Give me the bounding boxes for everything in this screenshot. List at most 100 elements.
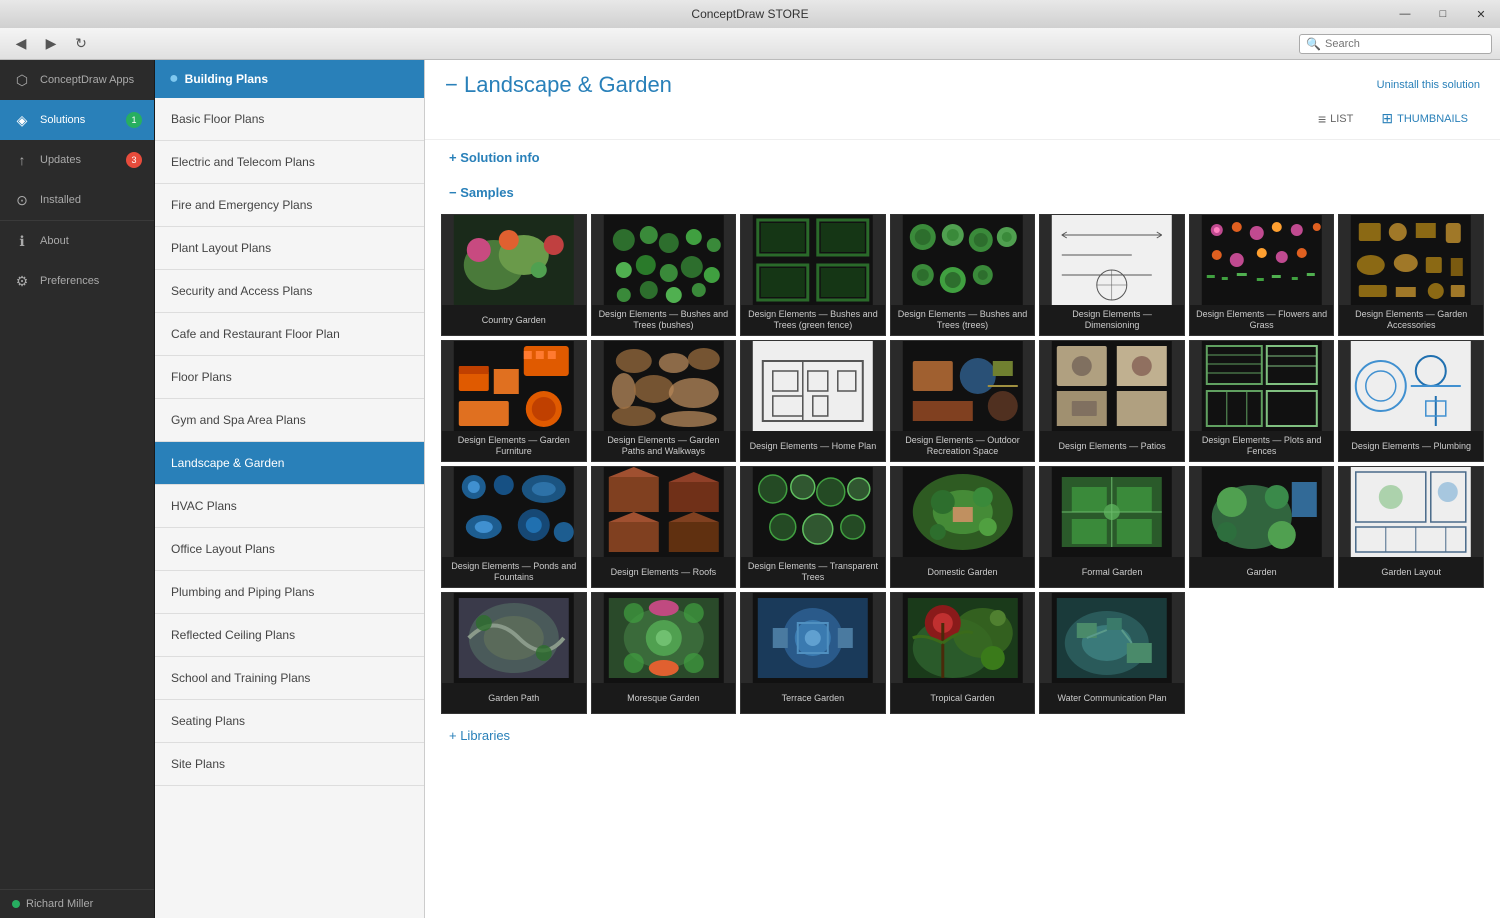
transparent-trees-preview [741,467,885,557]
thumb-de-garden-accessories[interactable]: Design Elements — Garden Accessories [1338,214,1484,336]
sidebar-item-label: Solutions [40,114,85,126]
nav-item-floor-plans[interactable]: Floor Plans [155,356,424,399]
water-comm-preview [1040,593,1184,683]
thumb-de-bushes-trees[interactable]: Design Elements — Bushes and Trees (tree… [890,214,1036,336]
updates-icon: ↑ [12,150,32,170]
dimensioning-preview [1040,215,1184,305]
thumb-de-roofs[interactable]: Design Elements — Roofs [591,466,737,588]
thumb-de-flowers[interactable]: Design Elements — Flowers and Grass [1189,214,1335,336]
thumbnails-view-button[interactable]: ⊞ THUMBNAILS [1373,106,1476,131]
thumb-de-home-plan[interactable]: Design Elements — Home Plan [740,340,886,462]
nav-item-seating-plans[interactable]: Seating Plans [155,700,424,743]
thumbnails-icon: ⊞ [1381,110,1393,127]
thumb-country-garden[interactable]: Country Garden [441,214,587,336]
sidebar-item-label: Preferences [40,275,99,287]
thumb-label: Country Garden [442,305,586,335]
maximize-button[interactable]: □ [1424,0,1462,28]
thumb-label: Design Elements — Patios [1040,431,1184,461]
updates-badge: 3 [126,152,142,168]
forward-button[interactable]: ▶ [38,32,64,56]
nav-item-school-training[interactable]: School and Training Plans [155,657,424,700]
sidebar: ⬡ ConceptDraw Apps ◈ Solutions 1 ↑ Updat… [0,60,155,918]
samples-toggle[interactable]: − Samples [425,175,1500,210]
thumb-tropical-garden[interactable]: Tropical Garden [890,592,1036,714]
sidebar-item-solutions[interactable]: ◈ Solutions 1 [0,100,154,140]
nav-item-office-layout[interactable]: Office Layout Plans [155,528,424,571]
thumb-de-bushes-green[interactable]: Design Elements — Bushes and Trees (gree… [740,214,886,336]
app-title: ConceptDraw STORE [691,7,808,21]
back-button[interactable]: ◀ [8,32,34,56]
thumb-garden[interactable]: Garden [1189,466,1335,588]
thumb-de-ponds[interactable]: Design Elements — Ponds and Fountains [441,466,587,588]
nav-item-reflected-ceiling[interactable]: Reflected Ceiling Plans [155,614,424,657]
thumb-label: Design Elements — Flowers and Grass [1190,305,1334,335]
green-fence-preview [741,215,885,305]
thumb-de-plumbing[interactable]: Design Elements — Plumbing [1338,340,1484,462]
libraries-toggle[interactable]: + Libraries [425,718,1500,763]
thumb-de-garden-furniture[interactable]: Design Elements — Garden Furniture [441,340,587,462]
sidebar-item-updates[interactable]: ↑ Updates 3 [0,140,154,180]
thumb-de-patios[interactable]: Design Elements — Patios [1039,340,1185,462]
thumb-de-garden-paths[interactable]: Design Elements — Garden Paths and Walkw… [591,340,737,462]
formal-garden-preview [1040,467,1184,557]
preferences-icon: ⚙ [12,271,32,291]
nav-item-landscape-garden[interactable]: Landscape & Garden [155,442,424,485]
thumb-water-communication[interactable]: Water Communication Plan [1039,592,1185,714]
search-input[interactable] [1325,38,1485,50]
nav-item-gym-spa[interactable]: Gym and Spa Area Plans [155,399,424,442]
terrace-garden-preview [741,593,885,683]
domestic-garden-preview [891,467,1035,557]
garden-preview [1190,467,1334,557]
nav-item-security-access[interactable]: Security and Access Plans [155,270,424,313]
section-bullet: ● [169,70,179,88]
about-icon: ℹ [12,231,32,251]
solution-info-toggle[interactable]: + Solution info [425,140,1500,175]
thumb-label: Garden Path [442,683,586,713]
close-button[interactable]: ✕ [1462,0,1500,28]
user-info: Richard Miller [0,889,154,918]
nav-item-site-plans[interactable]: Site Plans [155,743,424,786]
nav-item-electric-telecom[interactable]: Electric and Telecom Plans [155,141,424,184]
section-header-label: Building Plans [185,72,268,86]
thumb-label: Design Elements — Garden Accessories [1339,305,1483,335]
nav-item-plant-layout[interactable]: Plant Layout Plans [155,227,424,270]
thumb-de-bushes-bushes[interactable]: Design Elements — Bushes and Trees (bush… [591,214,737,336]
thumb-de-plots-fences[interactable]: Design Elements — Plots and Fences [1189,340,1335,462]
main-layout: ⬡ ConceptDraw Apps ◈ Solutions 1 ↑ Updat… [0,60,1500,918]
nav-item-cafe-restaurant[interactable]: Cafe and Restaurant Floor Plan [155,313,424,356]
thumb-garden-layout[interactable]: Garden Layout [1338,466,1484,588]
thumb-domestic-garden[interactable]: Domestic Garden [890,466,1036,588]
thumb-de-outdoor-recreation[interactable]: Design Elements — Outdoor Recreation Spa… [890,340,1036,462]
sidebar-item-label: About [40,235,69,247]
search-box: 🔍 [1299,34,1492,54]
home-plan-preview [741,341,885,431]
thumb-formal-garden[interactable]: Formal Garden [1039,466,1185,588]
bushes-preview [592,215,736,305]
thumb-label: Design Elements — Transparent Trees [741,557,885,587]
patios-preview [1040,341,1184,431]
plumbing-preview [1339,341,1483,431]
sidebar-item-installed[interactable]: ⊙ Installed [0,180,154,220]
thumb-label: Terrace Garden [741,683,885,713]
sidebar-item-preferences[interactable]: ⚙ Preferences [0,261,154,301]
thumb-terrace-garden[interactable]: Terrace Garden [740,592,886,714]
window-controls: — □ ✕ [1386,0,1500,28]
thumb-label: Design Elements — Bushes and Trees (bush… [592,305,736,335]
thumb-label: Formal Garden [1040,557,1184,587]
refresh-button[interactable]: ↻ [68,32,94,56]
nav-item-hvac-plans[interactable]: HVAC Plans [155,485,424,528]
minimize-button[interactable]: — [1386,0,1424,28]
thumb-de-dimensioning[interactable]: Design Elements — Dimensioning [1039,214,1185,336]
garden-path-preview [442,593,586,683]
thumb-moresque-garden[interactable]: Moresque Garden [591,592,737,714]
nav-item-plumbing-piping[interactable]: Plumbing and Piping Plans [155,571,424,614]
nav-item-basic-floor-plans[interactable]: Basic Floor Plans [155,98,424,141]
search-icon: 🔍 [1306,37,1321,51]
thumb-de-transparent-trees[interactable]: Design Elements — Transparent Trees [740,466,886,588]
list-view-button[interactable]: ≡ LIST [1310,107,1361,131]
nav-item-fire-emergency[interactable]: Fire and Emergency Plans [155,184,424,227]
uninstall-link[interactable]: Uninstall this solution [1377,79,1480,91]
thumb-garden-path[interactable]: Garden Path [441,592,587,714]
sidebar-item-conceptdraw-apps[interactable]: ⬡ ConceptDraw Apps [0,60,154,100]
sidebar-item-about[interactable]: ℹ About [0,221,154,261]
